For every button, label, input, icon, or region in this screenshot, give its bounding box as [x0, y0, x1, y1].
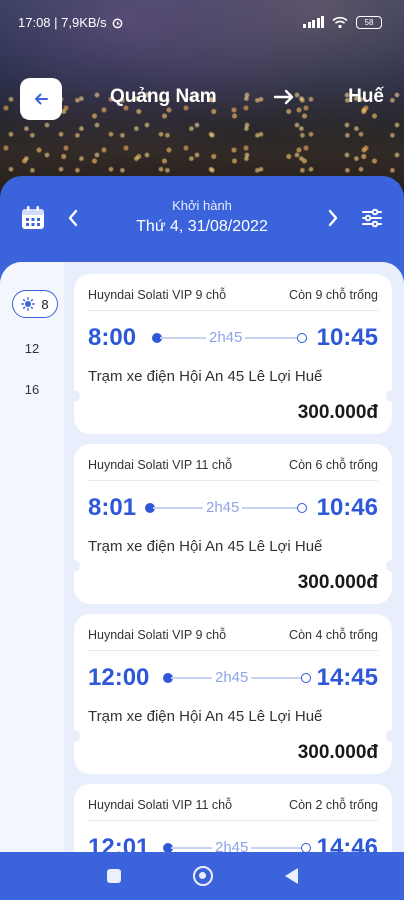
vehicle-type: Huyndai Solati VIP 9 chỗ — [88, 628, 227, 642]
route-origin: Quảng Nam — [110, 86, 217, 107]
arrive-time: 14:46 — [316, 834, 378, 854]
ticket-notch — [386, 390, 398, 402]
filter-sliders-icon[interactable] — [360, 206, 384, 230]
status-bar: 17:08 | 7,9KB/s 58 — [0, 0, 404, 44]
hour-filter-item[interactable]: 16 — [0, 382, 64, 397]
duration: 2h45 — [212, 669, 252, 686]
pickup-dropoff: Trạm xe điện Hội An 45 Lê Lợi Huế — [88, 538, 323, 555]
route-destination: Huế — [348, 86, 384, 107]
duration: 2h45 — [206, 329, 246, 346]
divider — [88, 310, 378, 311]
depart-date[interactable]: Thứ 4, 31/08/2022 — [0, 218, 404, 236]
price: 300.000đ — [297, 742, 378, 763]
trip-card[interactable]: Huyndai Solati VIP 9 chỗ Còn 4 chỗ trống… — [68, 614, 398, 774]
divider — [88, 650, 378, 651]
recent-apps-icon[interactable] — [106, 869, 121, 883]
pickup-dropoff: Trạm xe điện Hội An 45 Lê Lợi Huế — [88, 708, 323, 725]
depart-time: 8:00 — [88, 324, 137, 351]
price: 300.000đ — [297, 402, 378, 423]
divider — [88, 820, 378, 821]
depart-label: Khởi hành — [172, 198, 232, 213]
arrow-left-icon — [35, 93, 48, 105]
price: 300.000đ — [297, 572, 378, 593]
wifi-icon — [332, 16, 348, 28]
hour-filter-column: 8 12 16 — [0, 262, 64, 854]
depart-time: 12:01 — [88, 834, 150, 854]
arrive-time: 14:45 — [316, 664, 378, 691]
end-dot — [297, 333, 307, 343]
ticket-notch — [386, 730, 398, 742]
hour-filter-selected[interactable]: 8 — [12, 290, 58, 318]
trip-list-panel: 8 12 16 Huyndai Solati VIP 9 chỗ Còn 9 c… — [0, 262, 404, 854]
hour-filter-item[interactable]: 12 — [0, 341, 64, 356]
alarm-icon — [112, 18, 123, 28]
vehicle-type: Huyndai Solati VIP 11 chỗ — [88, 458, 233, 472]
arrow-right-icon — [273, 89, 294, 105]
duration: 2h45 — [203, 499, 243, 516]
end-dot — [297, 503, 307, 513]
back-button[interactable] — [20, 78, 62, 120]
hour-label: 8 — [41, 296, 49, 312]
seats-available: Còn 6 chỗ trống — [289, 458, 378, 472]
seats-available: Còn 9 chỗ trống — [289, 288, 378, 302]
home-icon[interactable] — [192, 866, 213, 886]
ticket-notch — [386, 560, 398, 572]
ticket-notch — [68, 730, 80, 742]
depart-time: 12:00 — [88, 664, 150, 691]
end-dot — [301, 673, 311, 683]
seats-available: Còn 4 chỗ trống — [289, 628, 378, 642]
system-nav-bar — [0, 852, 404, 900]
seats-available: Còn 2 chỗ trống — [289, 798, 378, 812]
status-time: 17:08 | 7,9KB/s — [18, 14, 107, 30]
vehicle-type: Huyndai Solati VIP 11 chỗ — [88, 798, 233, 812]
trip-card[interactable]: Huyndai Solati VIP 9 chỗ Còn 9 chỗ trống… — [68, 274, 398, 434]
trip-card[interactable]: Huyndai Solati VIP 11 chỗ Còn 2 chỗ trốn… — [74, 784, 392, 854]
sun-icon — [21, 297, 36, 311]
vehicle-type: Huyndai Solati VIP 9 chỗ — [88, 288, 227, 302]
divider — [88, 480, 378, 481]
next-day-chevron-icon[interactable] — [324, 207, 342, 229]
arrive-time: 10:45 — [316, 324, 378, 351]
depart-time: 8:01 — [88, 494, 137, 521]
ticket-notch — [68, 560, 80, 572]
signal-icon — [303, 16, 324, 28]
arrive-time: 10:46 — [316, 494, 378, 521]
back-triangle-icon[interactable] — [284, 868, 298, 884]
pickup-dropoff: Trạm xe điện Hội An 45 Lê Lợi Huế — [88, 368, 323, 385]
battery-icon: 58 — [356, 15, 382, 29]
trip-card[interactable]: Huyndai Solati VIP 11 chỗ Còn 6 chỗ trốn… — [68, 444, 398, 604]
ticket-notch — [68, 390, 80, 402]
